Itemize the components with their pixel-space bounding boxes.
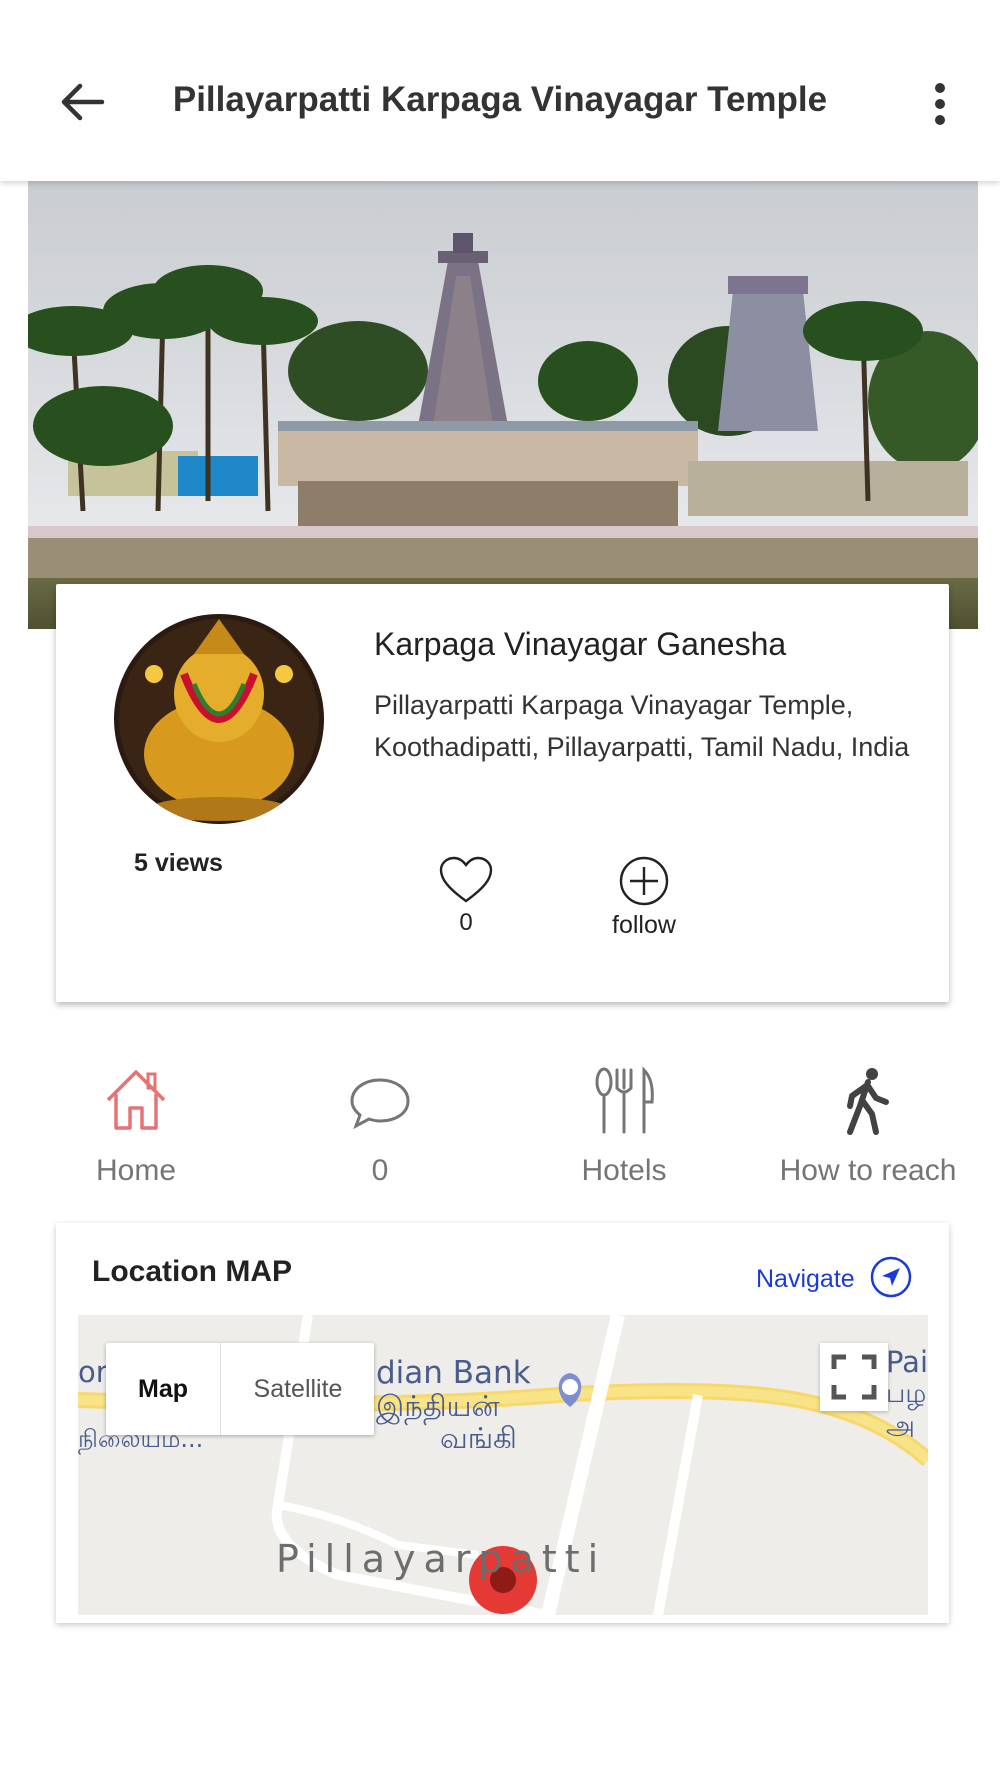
tab-home-label: Home xyxy=(95,1154,177,1187)
map-label-bank-tamil-2: வங்கி xyxy=(440,1421,517,1455)
follow-label: follow xyxy=(612,911,676,939)
follow-button[interactable]: follow xyxy=(604,856,684,946)
fullscreen-button[interactable] xyxy=(820,1343,888,1411)
temple-banner-image xyxy=(28,181,978,629)
like-count: 0 xyxy=(459,909,473,936)
map-view[interactable]: or நிலையம்... dian Bank இந்தியன் வங்கி P… xyxy=(78,1315,928,1615)
deity-avatar xyxy=(114,614,324,824)
page-title: Pillayarpatti Karpaga Vinayagar Temple xyxy=(172,80,828,119)
map-type-satellite-button[interactable]: Satellite xyxy=(220,1343,375,1435)
fullscreen-icon xyxy=(831,1354,877,1400)
arrow-left-icon xyxy=(61,83,105,121)
section-tabs: Home 0 Hotels How to reach xyxy=(0,1066,1000,1206)
tab-comments[interactable]: 0 xyxy=(258,1066,502,1201)
map-label-right-bottom: அ xyxy=(886,1411,915,1441)
tab-hotels-label: Hotels xyxy=(581,1154,667,1187)
comment-icon xyxy=(350,1078,410,1130)
fork-knife-icon xyxy=(595,1066,654,1134)
back-button[interactable] xyxy=(58,78,118,126)
tab-hotels[interactable]: Hotels xyxy=(502,1066,746,1201)
tab-home[interactable]: Home xyxy=(14,1066,258,1201)
walking-icon xyxy=(847,1068,889,1135)
deity-address: Pillayarpatti Karpaga Vinayagar Temple, … xyxy=(374,690,910,762)
map-label-left-top: or xyxy=(78,1355,108,1389)
navigation-arrow-icon xyxy=(870,1256,912,1298)
map-label-town: Pillayarpatti xyxy=(276,1537,607,1581)
navigate-label: Navigate xyxy=(756,1265,855,1293)
map-label-right-mid: பழ xyxy=(886,1379,927,1409)
deity-info-card: 5 views Karpaga Vinayagar Ganesha Pillay… xyxy=(56,584,949,1002)
like-button[interactable]: 0 xyxy=(436,856,496,946)
location-title: Location MAP xyxy=(92,1255,292,1288)
map-type-toggle: Map Satellite xyxy=(106,1343,374,1435)
location-map-card: Location MAP Navigate or நிலையம்... dian xyxy=(56,1223,949,1623)
comment-count: 0 xyxy=(371,1154,389,1187)
app-bar: Pillayarpatti Karpaga Vinayagar Temple xyxy=(0,0,1000,181)
map-type-map-button[interactable]: Map xyxy=(106,1343,220,1435)
heart-icon xyxy=(439,856,493,903)
deity-name: Karpaga Vinayagar Ganesha xyxy=(374,626,787,662)
plus-circle-icon xyxy=(619,856,669,906)
more-vertical-icon xyxy=(935,83,945,125)
home-icon xyxy=(106,1070,166,1130)
view-count: 5 views xyxy=(134,849,223,877)
map-label-bank: dian Bank xyxy=(376,1355,531,1391)
tab-how-to-reach[interactable]: How to reach xyxy=(746,1066,990,1201)
tab-how-to-reach-label: How to reach xyxy=(779,1154,957,1187)
map-label-right-top: Pai xyxy=(886,1345,928,1379)
more-options-button[interactable] xyxy=(925,82,955,126)
